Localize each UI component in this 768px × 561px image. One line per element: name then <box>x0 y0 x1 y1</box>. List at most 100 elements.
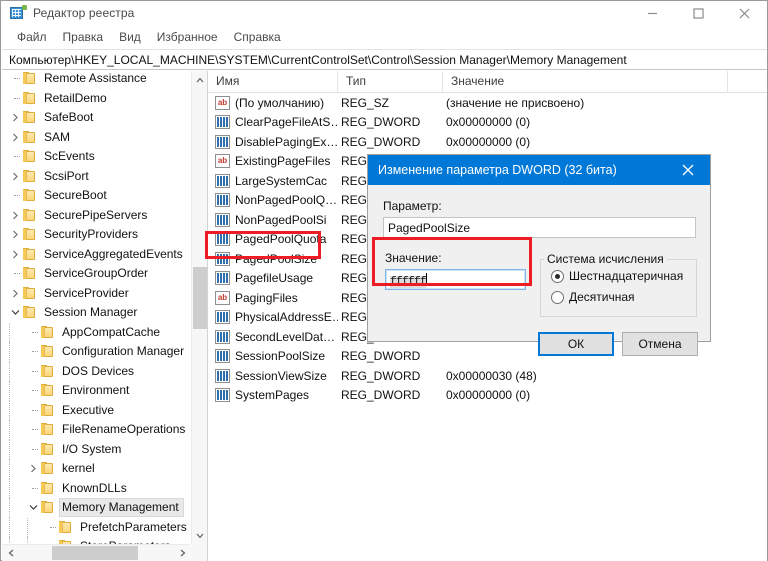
folder-icon <box>40 423 55 436</box>
chevron-right-icon[interactable] <box>27 459 40 478</box>
tree-item-environment[interactable]: Environment <box>2 381 191 401</box>
column-header-name[interactable]: Имя <box>208 71 338 93</box>
tree-elbow <box>9 264 22 283</box>
tree-horizontal-scrollbar[interactable] <box>2 544 191 561</box>
tree-item-scevents[interactable]: ScEvents <box>2 147 191 167</box>
dialog-body: Параметр: PagedPoolSize Значение: ffffff… <box>368 185 710 356</box>
folder-icon <box>22 267 37 280</box>
tree-item-memory-management[interactable]: Memory Management <box>2 498 191 518</box>
ok-button[interactable]: ОК <box>538 332 614 356</box>
tree-hscroll-thumb[interactable] <box>52 546 138 560</box>
close-button[interactable] <box>721 1 767 25</box>
value-type-cell: REG_DWORD <box>341 388 421 403</box>
menu-help[interactable]: Справка <box>226 28 289 47</box>
tree-guide-line <box>9 381 11 401</box>
tree-item-scsiport[interactable]: ScsiPort <box>2 167 191 187</box>
value-label: Значение: <box>385 251 442 265</box>
cancel-button[interactable]: Отмена <box>622 332 698 356</box>
column-header-extra[interactable] <box>728 71 767 93</box>
value-row[interactable]: ab (По умолчанию) REG_SZ (значение не присв… <box>208 93 767 113</box>
chevron-right-icon[interactable] <box>9 284 22 303</box>
chevron-right-icon[interactable] <box>9 128 22 147</box>
chevron-right-icon[interactable] <box>9 206 22 225</box>
tree-item-remote-assistance[interactable]: Remote Assistance <box>2 71 191 89</box>
folder-icon <box>40 462 55 475</box>
value-name-label: ExistingPageFiles <box>235 154 331 169</box>
tree-elbow <box>27 323 40 342</box>
value-name-label: SystemPages <box>235 388 310 403</box>
value-row[interactable]: SystemPages REG_DWORD 0x00000000 (0) <box>208 386 767 406</box>
tree-item-kernel[interactable]: kernel <box>2 459 191 479</box>
tree-elbow <box>27 479 40 498</box>
value-name-label: (По умолчанию) <box>235 95 325 110</box>
value-name-label: SecondLevelDat… <box>235 329 336 344</box>
text-caret <box>426 273 428 286</box>
value-row[interactable]: DisablePagingEx… REG_DWORD 0x00000000 (0) <box>208 132 767 152</box>
tree-item-label: SecurityProviders <box>44 227 139 242</box>
folder-icon <box>22 169 37 183</box>
scroll-up-icon[interactable] <box>192 71 207 88</box>
tree-item-securityproviders[interactable]: SecurityProviders <box>2 225 191 245</box>
tree-item-retaildemo[interactable]: RetailDemo <box>2 89 191 109</box>
tree-item-session-manager[interactable]: Session Manager <box>2 303 191 323</box>
chevron-right-icon[interactable] <box>9 245 22 264</box>
scroll-down-icon[interactable] <box>192 527 207 544</box>
value-type-cell: REG_DWORD <box>341 115 421 130</box>
tree-item-label: ScsiPort <box>44 168 89 183</box>
tree-item-appcompatcache[interactable]: AppCompatCache <box>2 322 191 342</box>
value-name-cell: NonPagedPoolQ… <box>208 193 338 208</box>
value-row[interactable]: ClearPageFileAtS… REG_DWORD 0x00000000 (0) <box>208 113 767 133</box>
chevron-down-icon[interactable] <box>9 303 22 322</box>
column-header-type[interactable]: Тип <box>338 71 443 93</box>
tree-item-dos-devices[interactable]: DOS Devices <box>2 361 191 381</box>
scroll-left-icon[interactable] <box>2 545 19 561</box>
chevron-right-icon[interactable] <box>9 167 22 186</box>
folder-icon <box>22 72 37 85</box>
value-data-field[interactable]: ffffff <box>385 269 526 290</box>
radio-hexadecimal[interactable]: Шестнадцатеричная <box>551 269 683 283</box>
menu-edit[interactable]: Правка <box>55 28 112 47</box>
value-row[interactable]: SessionViewSize REG_DWORD 0x00000030 (48) <box>208 366 767 386</box>
dialog-title-bar: Изменение параметра DWORD (32 бита) <box>368 155 710 185</box>
column-header-value[interactable]: Значение <box>443 71 728 93</box>
address-bar[interactable]: Компьютер\HKEY_LOCAL_MACHINE\SYSTEM\Curr… <box>2 49 767 70</box>
menu-view[interactable]: Вид <box>111 28 149 47</box>
radio-decimal[interactable]: Десятичная <box>551 290 635 304</box>
tree-item-storeparameters[interactable]: StoreParameters <box>2 537 191 544</box>
tree-item-configuration-manager[interactable]: Configuration Manager <box>2 342 191 362</box>
tree-item-executive[interactable]: Executive <box>2 400 191 420</box>
tree-guide-line <box>27 517 29 537</box>
chevron-right-icon[interactable] <box>9 108 22 127</box>
radio-hexadecimal-label: Шестнадцатеричная <box>569 269 684 283</box>
dialog-close-icon[interactable] <box>666 155 710 185</box>
tree-item-servicegrouporder[interactable]: ServiceGroupOrder <box>2 264 191 284</box>
tree-item-sam[interactable]: SAM <box>2 128 191 148</box>
chevron-down-icon[interactable] <box>27 498 40 517</box>
chevron-right-icon[interactable] <box>9 225 22 244</box>
tree-item-secureboot[interactable]: SecureBoot <box>2 186 191 206</box>
scroll-right-icon[interactable] <box>174 545 191 561</box>
tree-item-securepipeservers[interactable]: SecurePipeServers <box>2 206 191 226</box>
maximize-button[interactable] <box>675 1 721 25</box>
tree-item-label: kernel <box>62 461 95 476</box>
string-value-icon: ab <box>215 95 230 110</box>
tree-elbow <box>9 186 22 205</box>
tree-vertical-scrollbar[interactable] <box>191 71 207 544</box>
dword-value-icon <box>215 251 230 266</box>
tree-item-knowndlls[interactable]: KnownDLLs <box>2 478 191 498</box>
value-name-label: LargeSystemCac <box>235 173 328 188</box>
minimize-button[interactable] <box>629 1 675 25</box>
tree-elbow <box>9 147 22 166</box>
menu-favorites[interactable]: Избранное <box>149 28 226 47</box>
tree-item-safeboot[interactable]: SafeBoot <box>2 108 191 128</box>
menu-file[interactable]: Файл <box>9 28 55 47</box>
tree-item-i-o-system[interactable]: I/O System <box>2 439 191 459</box>
tree-item-serviceaggregatedevents[interactable]: ServiceAggregatedEvents <box>2 245 191 265</box>
parameter-name-field[interactable]: PagedPoolSize <box>383 217 696 238</box>
tree-item-serviceprovider[interactable]: ServiceProvider <box>2 284 191 304</box>
tree-guide-line <box>9 361 11 381</box>
tree-item-filerenameoperations[interactable]: FileRenameOperations <box>2 420 191 440</box>
tree-item-prefetchparameters[interactable]: PrefetchParameters <box>2 517 191 537</box>
title-bar: Редактор реестра <box>1 1 767 25</box>
tree-scroll-thumb[interactable] <box>193 267 207 329</box>
